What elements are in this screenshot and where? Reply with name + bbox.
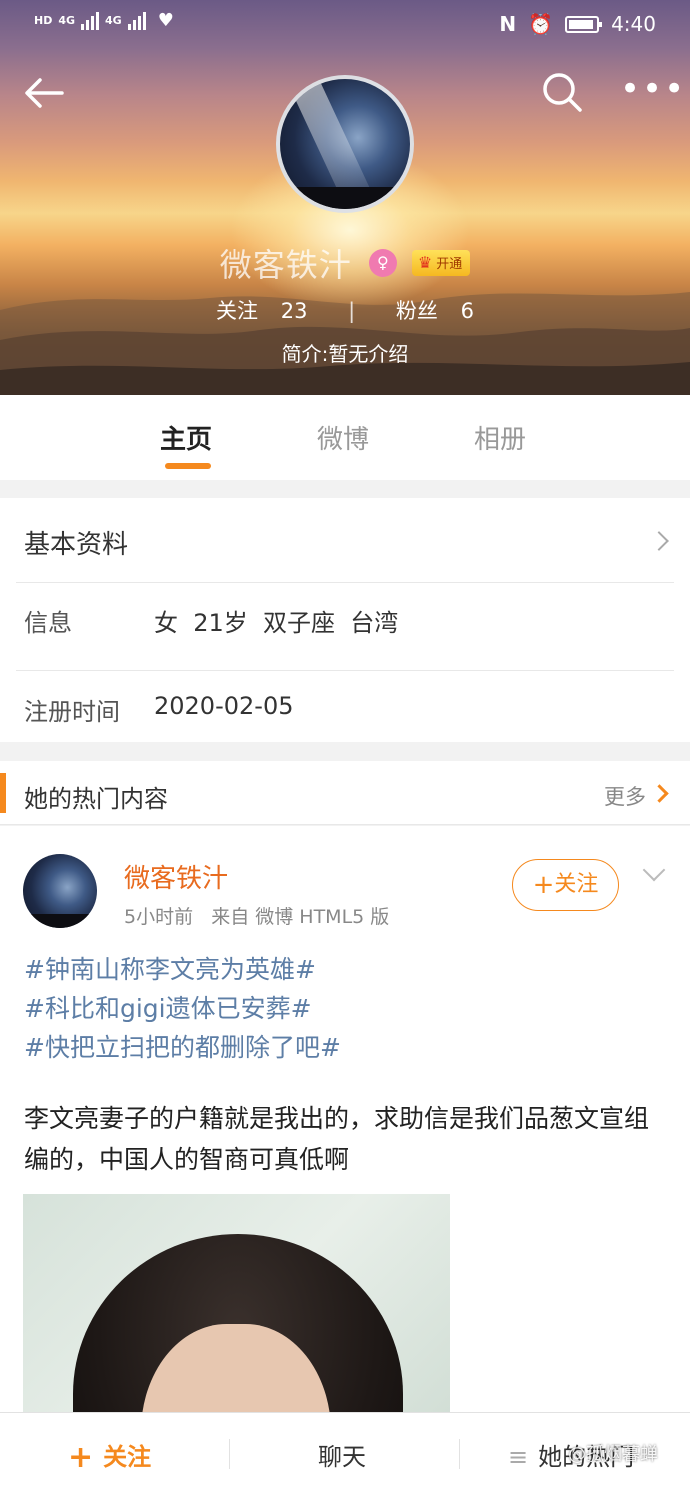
basic-info-card: 基本资料 信息 女 21岁 双子座 台湾 注册时间 2020-02-05 [0, 498, 690, 742]
topic-link[interactable]: #科比和gigi遗体已安葬# [24, 989, 312, 1025]
follow-button-label: 关注 [554, 872, 599, 897]
signal-icon [81, 11, 100, 30]
mountain-silhouette [0, 292, 690, 395]
following-label: 关注 [216, 299, 259, 323]
network-label: 4G [58, 14, 76, 27]
profile-intro: 简介:暂无介绍 [281, 342, 409, 366]
vip-badge[interactable]: ♛ 开通 [411, 250, 471, 276]
follow-button[interactable]: +关注 [512, 859, 619, 911]
following-count: 23 [280, 299, 308, 323]
bottom-chat-button[interactable]: 聊天 [318, 1437, 366, 1472]
hot-content-header: 她的热门内容 更多 [0, 761, 690, 825]
post-author-name[interactable]: 微客铁汁 [124, 858, 228, 895]
fans-stat[interactable]: 粉丝 6 [388, 299, 482, 323]
basic-info-header[interactable]: 基本资料 [24, 524, 674, 561]
plus-icon: + [68, 1440, 94, 1475]
fans-count: 6 [460, 299, 474, 323]
menu-icon: ≡ [508, 1443, 529, 1471]
divider [16, 582, 674, 583]
hd-label: HD [34, 14, 53, 27]
following-stat[interactable]: 关注 23 [208, 299, 315, 323]
active-tab-indicator [165, 463, 211, 469]
topic-link[interactable]: #钟南山称李文亮为英雄# [24, 950, 316, 986]
plus-icon: + [532, 870, 555, 900]
basic-info-title: 基本资料 [24, 530, 129, 560]
nfc-icon: N [499, 12, 517, 36]
vip-label: 开通 [436, 257, 463, 272]
tab-album[interactable]: 相册 [474, 419, 526, 456]
female-gender-icon: ♀ [368, 249, 397, 277]
stats-separator: | [348, 299, 356, 323]
info-label: 信息 [24, 609, 72, 637]
hot-post: 微客铁汁 5小时前 来自 微博 HTML5 版 +关注 #钟南山称李文亮为英雄#… [0, 826, 690, 1416]
profile-name-row: 微客铁汁 ♀ ♛ 开通 [0, 240, 690, 286]
search-icon[interactable] [538, 68, 586, 116]
post-text: 李文亮妻子的户籍就是我出的，求助信是我们品葱文宣组编的，中国人的智商可真低啊 [24, 1104, 650, 1174]
avatar-caption-strip [280, 187, 410, 209]
status-time: 4:40 [611, 12, 656, 36]
chevron-right-icon[interactable] [650, 784, 669, 803]
status-right: N ⏰ 4:40 [499, 12, 656, 36]
battery-icon [565, 15, 603, 33]
post-meta: 5小时前 来自 微博 HTML5 版 [124, 906, 390, 928]
info-row: 信息 女 21岁 双子座 台湾 [24, 603, 674, 638]
heart-icon: ♥ [157, 10, 174, 31]
crown-icon: ♛ [417, 253, 433, 272]
more-options-icon[interactable]: ••• [620, 72, 684, 106]
profile-avatar[interactable] [276, 75, 414, 213]
alarm-icon: ⏰ [528, 12, 554, 36]
avatar-caption-strip [23, 914, 97, 928]
network-label-2: 4G [105, 14, 122, 27]
tab-home[interactable]: 主页 [160, 419, 212, 456]
hot-more-link[interactable]: 更多 [604, 781, 646, 811]
post-photo[interactable] [23, 1194, 450, 1416]
info-value: 女 21岁 双子座 台湾 [154, 609, 399, 637]
status-bar: HD 4G 4G ♥ N ⏰ 4:40 [0, 0, 690, 50]
topic-link[interactable]: #快把立扫把的都删除了吧# [24, 1028, 341, 1064]
watermark: @孤烟暮蝉 [568, 1444, 658, 1465]
section-accent-bar [0, 773, 6, 813]
bottom-follow-button[interactable]: + 关注 [68, 1437, 151, 1475]
profile-tabs: 主页 微博 相册 [0, 395, 690, 480]
divider [459, 1439, 460, 1469]
register-label: 注册时间 [24, 698, 120, 726]
signal-icon-2 [127, 11, 146, 30]
hot-content-title: 她的热门内容 [24, 785, 168, 813]
divider [16, 670, 674, 671]
post-author-avatar[interactable] [23, 854, 97, 928]
back-arrow-icon[interactable] [22, 70, 68, 116]
chevron-down-icon[interactable] [642, 858, 666, 882]
fans-label: 粉丝 [395, 299, 438, 323]
status-left: HD 4G 4G ♥ [34, 10, 174, 31]
profile-name: 微客铁汁 [219, 246, 352, 284]
divider [229, 1439, 230, 1469]
register-row: 注册时间 2020-02-05 [24, 692, 674, 727]
tab-weibo[interactable]: 微博 [317, 419, 369, 456]
register-value: 2020-02-05 [154, 692, 294, 720]
bottom-follow-label: 关注 [103, 1443, 152, 1471]
follow-stats: 关注 23 | 粉丝 6 [0, 295, 690, 325]
